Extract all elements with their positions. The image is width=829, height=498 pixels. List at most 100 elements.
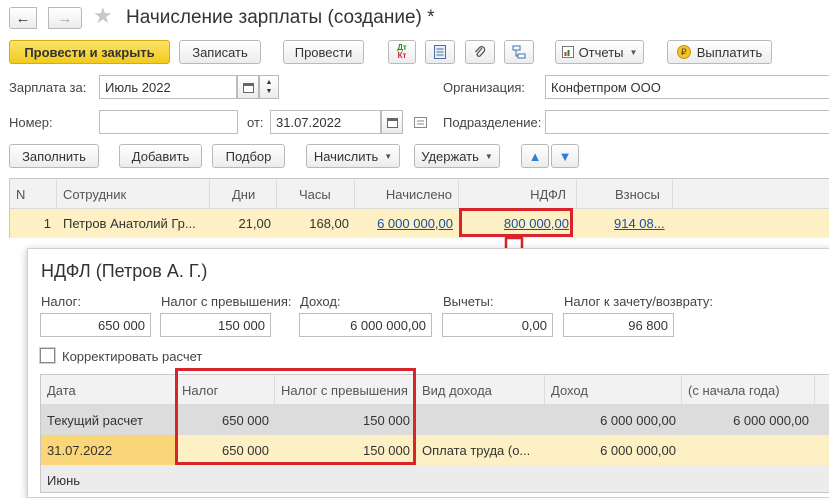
attach-button[interactable] — [465, 40, 495, 64]
favorite-star-icon[interactable]: ★ — [93, 3, 113, 29]
structure-icon — [512, 45, 526, 59]
move-down-button[interactable]: ▼ — [551, 144, 579, 168]
income-input[interactable]: 6 000 000,00 — [299, 313, 432, 337]
post-button[interactable]: Провести — [283, 40, 364, 64]
col-income[interactable]: Доход — [545, 375, 682, 405]
chevron-down-icon: ▼ — [629, 47, 638, 57]
dtkt-button[interactable]: Дт Кт — [388, 40, 416, 64]
add-button[interactable]: Добавить — [119, 144, 202, 168]
calendar-button[interactable] — [237, 75, 259, 99]
offset-tax-label: Налог к зачету/возврату: — [564, 294, 714, 309]
col-ytd[interactable]: (с начала года) — [682, 375, 815, 405]
row-employee: Петров Анатолий Гр... — [63, 216, 196, 231]
organization-value: Конфетпром ООО — [551, 79, 661, 95]
accruals-table: N Сотрудник Дни Часы Начислено НДФЛ Взно… — [9, 178, 829, 238]
table-row[interactable]: 1 Петров Анатолий Гр... 21,00 168,00 6 0… — [10, 209, 829, 238]
row-income: 6 000 000,00 — [600, 412, 676, 428]
structure-button[interactable] — [504, 40, 534, 64]
excess-tax-input[interactable]: 150 000 — [160, 313, 271, 337]
col-employee[interactable]: Сотрудник — [57, 179, 210, 209]
row-hours: 168,00 — [309, 216, 349, 231]
correct-calculation-label: Корректировать расчет — [62, 349, 203, 364]
withhold-label: Удержать — [421, 148, 479, 164]
deductions-label: Вычеты: — [443, 294, 494, 309]
write-button[interactable]: Записать — [179, 40, 261, 64]
popup-title: НДФЛ (Петров А. Г.) — [41, 261, 208, 281]
deductions-input[interactable]: 0,00 — [442, 313, 553, 337]
ndfl-details-table: Дата Налог Налог с превышения Вид дохода… — [40, 374, 829, 493]
tax-label: Налог: — [41, 294, 81, 309]
row-income: 6 000 000,00 — [600, 442, 676, 458]
row-income-kind — [416, 405, 545, 435]
row-accrued-link[interactable]: 6 000 000,00 — [355, 209, 459, 238]
excess-tax-label: Налог с превышения: — [161, 294, 292, 309]
row-ytd: 6 000 000,00 — [733, 412, 809, 428]
tax-input[interactable]: 650 000 — [40, 313, 151, 337]
back-icon: ← — [15, 9, 31, 27]
salary-for-value: Июль 2022 — [105, 79, 171, 95]
deductions-value: 0,00 — [521, 317, 547, 333]
forward-icon: → — [57, 9, 73, 27]
tax-columns-highlight-box — [175, 368, 416, 465]
pay-button[interactable]: ₽ Выплатить — [667, 40, 772, 64]
col-contributions[interactable]: Взносы — [577, 179, 673, 209]
post-and-close-button[interactable]: Провести и закрыть — [9, 40, 170, 64]
col-hours[interactable]: Часы — [277, 179, 355, 209]
date-calendar-button[interactable] — [381, 110, 403, 134]
tax-value: 650 000 — [98, 317, 145, 333]
chevron-down-icon: ▼ — [384, 151, 393, 161]
accrue-label: Начислить — [313, 148, 379, 164]
fill-button[interactable]: Заполнить — [9, 144, 99, 168]
number-input[interactable] — [99, 110, 238, 134]
period-stepper[interactable]: ▲ ▼ — [259, 75, 279, 99]
col-income-kind[interactable]: Вид дохода — [416, 375, 545, 405]
table-row[interactable]: Текущий расчет 650 000 150 000 6 000 000… — [41, 405, 829, 435]
col-ndfl[interactable]: НДФЛ — [459, 179, 577, 209]
forward-button[interactable]: → — [48, 7, 82, 29]
row-date: Июнь — [47, 472, 81, 488]
dtkt-icon-bottom: Кт — [397, 51, 407, 60]
coin-icon: ₽ — [676, 45, 691, 59]
excess-tax-value: 150 000 — [218, 317, 265, 333]
income-value: 6 000 000,00 — [350, 317, 426, 333]
window-title: Начисление зарплаты (создание) * — [126, 7, 435, 28]
salary-for-input[interactable]: Июль 2022 — [99, 75, 237, 99]
row-date: 31.07.2022 — [41, 435, 176, 465]
arrow-up-icon: ▲ — [528, 148, 542, 164]
offset-tax-value: 96 800 — [628, 317, 668, 333]
table-row[interactable]: Июнь — [41, 465, 829, 492]
table-header: N Сотрудник Дни Часы Начислено НДФЛ Взно… — [10, 179, 829, 209]
offset-tax-input[interactable]: 96 800 — [563, 313, 674, 337]
date-input[interactable]: 31.07.2022 — [270, 110, 381, 134]
row-contributions-link[interactable]: 914 08... — [577, 209, 673, 238]
department-input[interactable] — [545, 110, 829, 134]
col-date[interactable]: Дата — [41, 375, 176, 405]
row-number: 1 — [43, 216, 51, 231]
paperclip-icon — [475, 46, 486, 57]
back-button[interactable]: ← — [9, 7, 37, 29]
col-days[interactable]: Дни — [210, 179, 277, 209]
ndfl-highlight-box — [459, 208, 573, 237]
list-icon-button[interactable] — [425, 40, 455, 64]
row-date: Текущий расчет — [47, 412, 143, 428]
chevron-down-icon: ▼ — [484, 151, 493, 161]
arrow-down-icon: ▼ — [558, 148, 572, 164]
salary-for-label: Зарплата за: — [9, 80, 87, 95]
col-more[interactable] — [815, 375, 829, 405]
correct-calculation-checkbox[interactable] — [40, 348, 55, 363]
withhold-menu[interactable]: Удержать ▼ — [414, 144, 500, 168]
step-up-icon: ▲ — [265, 79, 273, 86]
organization-input[interactable]: Конфетпром ООО — [545, 75, 829, 99]
accrue-menu[interactable]: Начислить ▼ — [306, 144, 400, 168]
reports-menu[interactable]: Отчеты ▼ — [555, 40, 644, 64]
select-button[interactable]: Подбор — [212, 144, 285, 168]
col-n[interactable]: N — [10, 179, 57, 209]
move-up-button[interactable]: ▲ — [521, 144, 549, 168]
row-income-kind: Оплата труда (о... — [422, 442, 531, 458]
comment-icon[interactable] — [414, 116, 427, 131]
table-row[interactable]: 31.07.2022 650 000 150 000 Оплата труда … — [41, 435, 829, 465]
col-accrued[interactable]: Начислено — [355, 179, 459, 209]
report-icon — [561, 46, 574, 58]
date-value: 31.07.2022 — [276, 114, 342, 130]
department-label: Подразделение: — [443, 115, 542, 130]
